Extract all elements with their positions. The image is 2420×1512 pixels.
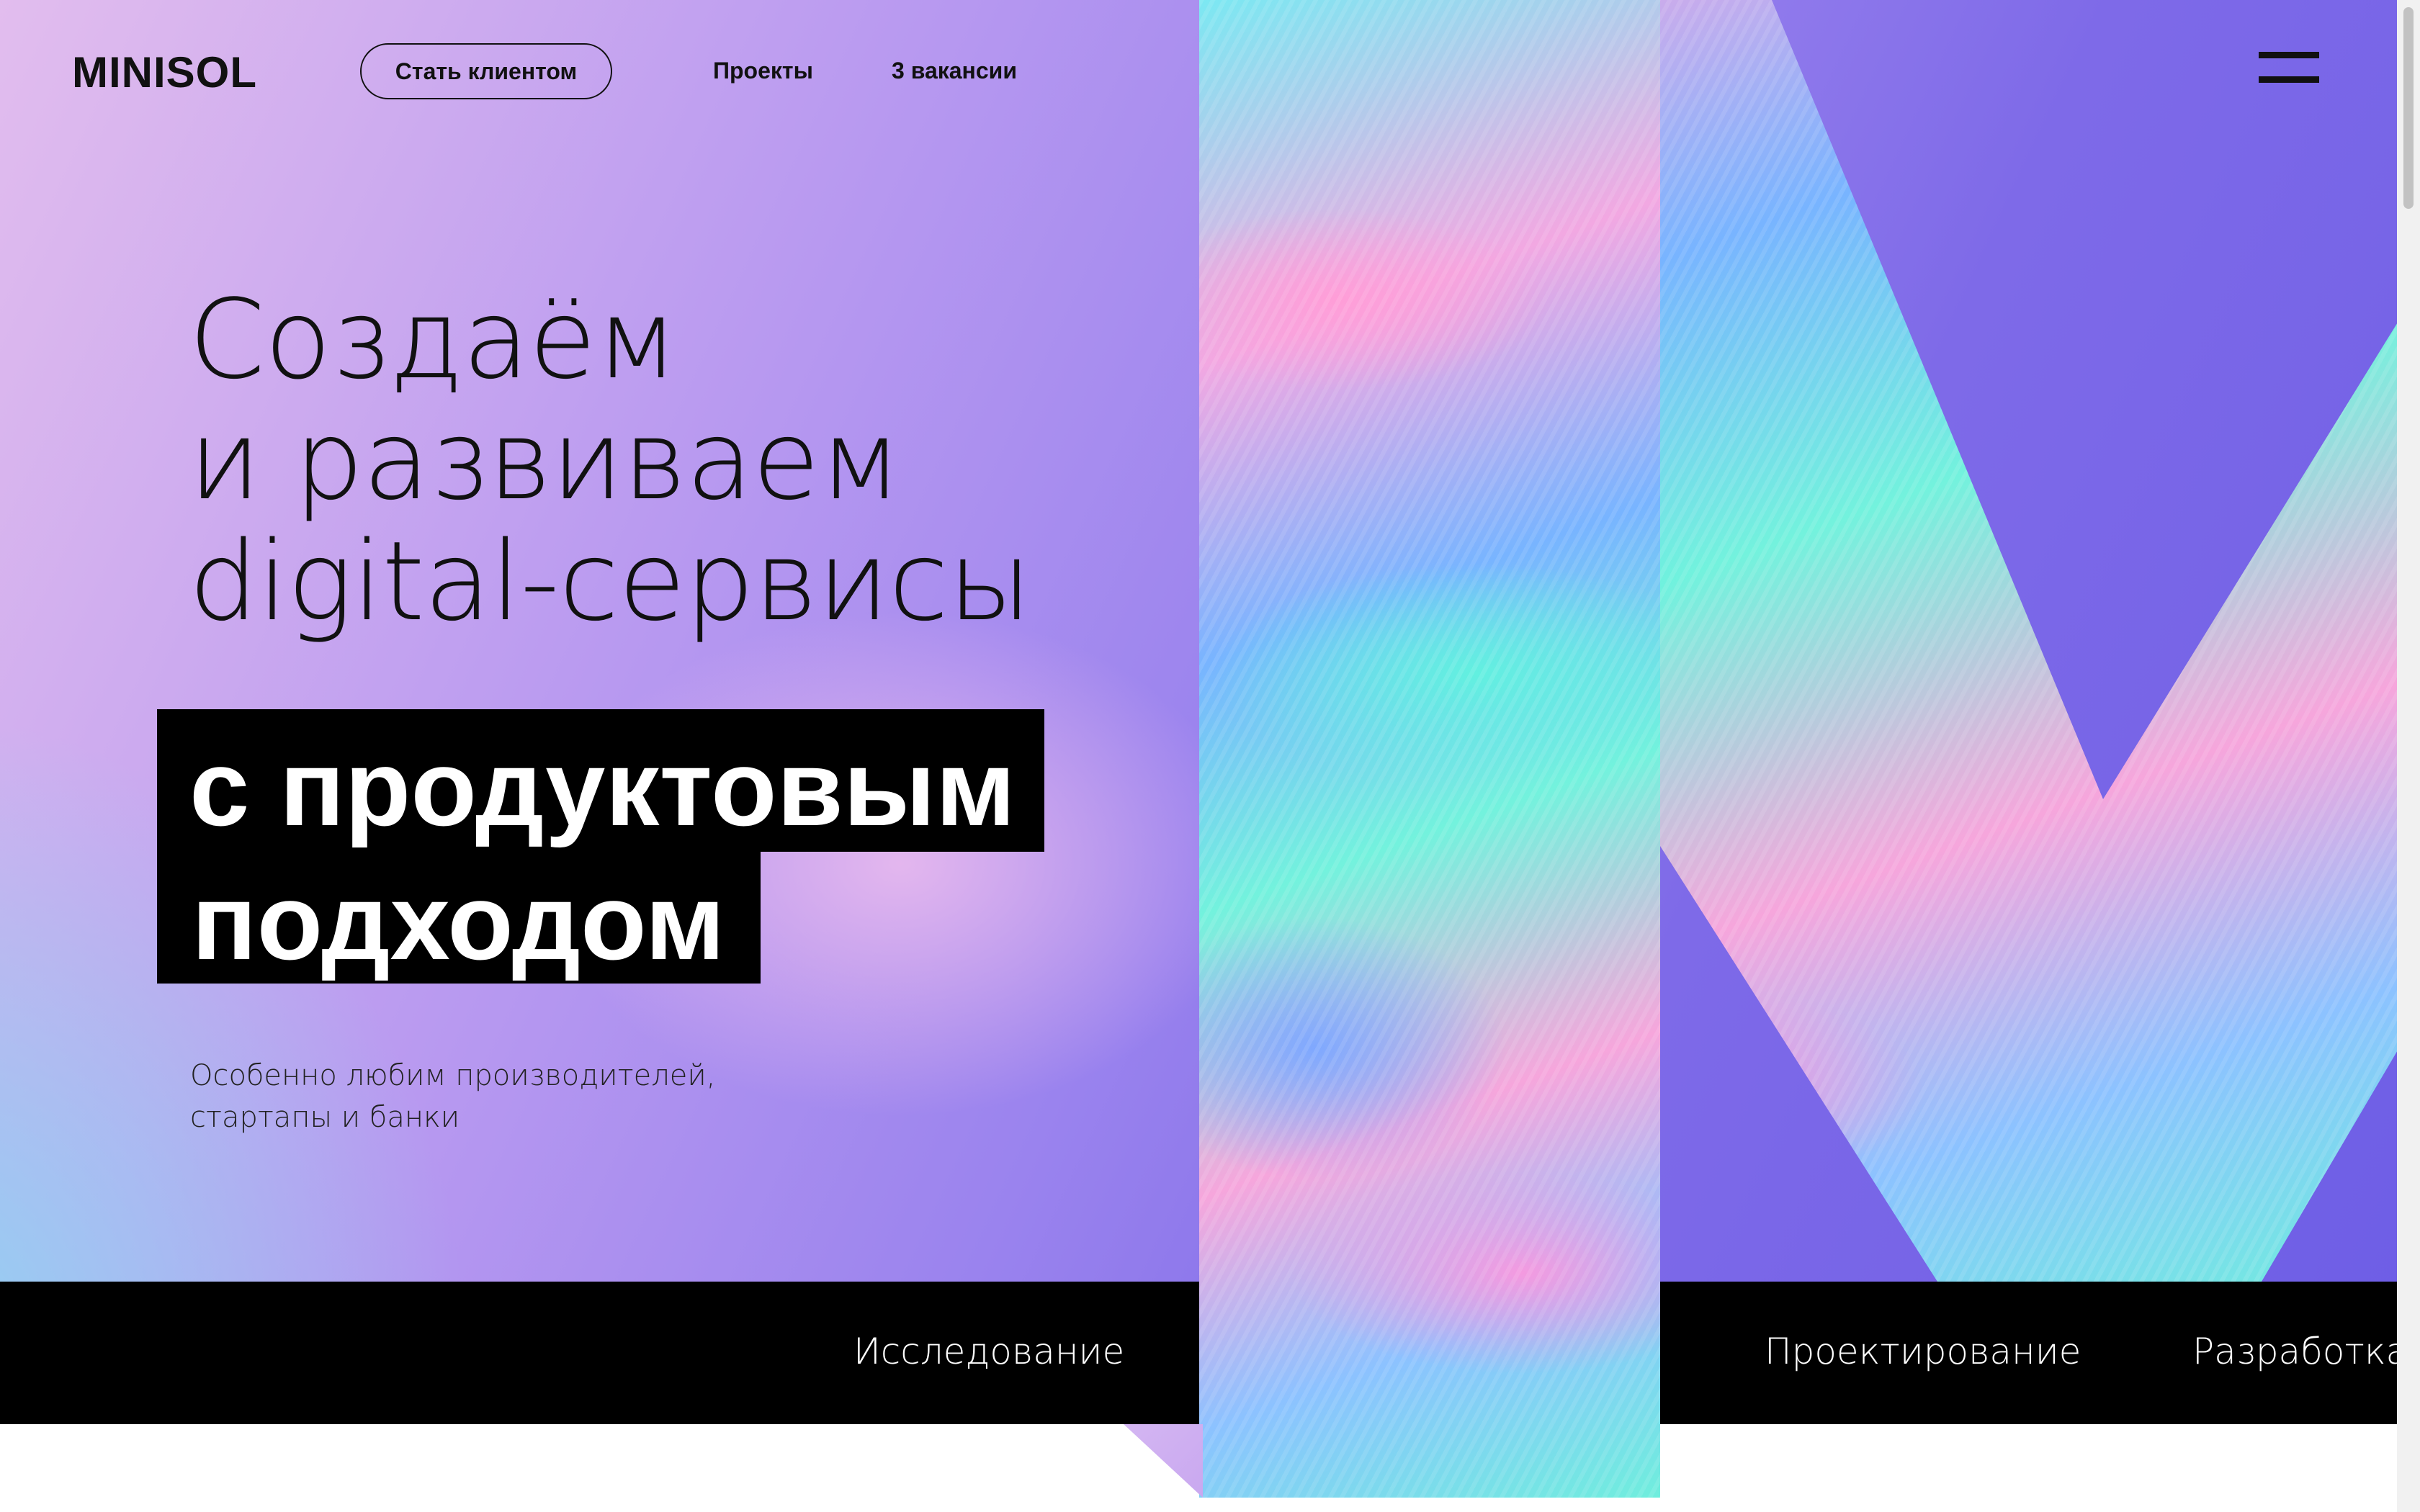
- hero-subtitle: Особенно любим производителей, стартапы …: [190, 1055, 715, 1138]
- hamburger-menu-icon[interactable]: [2259, 52, 2319, 85]
- iridescent-m-left-band: [1199, 0, 1660, 1498]
- hero-highlight-line: с продуктовым: [157, 709, 1044, 852]
- hero-subtitle-line: Особенно любим производителей,: [190, 1059, 716, 1092]
- service-research: Исследование: [853, 1331, 1125, 1372]
- logo[interactable]: MINISOL: [72, 48, 257, 97]
- scrollbar-thumb[interactable]: [2403, 7, 2414, 209]
- service-development: Разработка: [2192, 1331, 2408, 1372]
- nav-link-projects[interactable]: Проекты: [713, 58, 813, 84]
- hero-title-line: и развиваем: [189, 397, 902, 524]
- become-client-button[interactable]: Стать клиентом: [360, 43, 612, 99]
- page-scrollbar[interactable]: [2397, 0, 2420, 1512]
- nav-link-vacancies[interactable]: 3 вакансии: [892, 58, 1017, 84]
- hero-highlight-line: подходом: [157, 852, 761, 984]
- hero-title: Создаём и развиваем digital-сервисы: [189, 276, 1032, 645]
- service-design: Проектирование: [1765, 1331, 2081, 1372]
- hero-subtitle-line: стартапы и банки: [190, 1101, 460, 1134]
- hero-title-line: Создаём: [189, 276, 678, 403]
- hero-title-line: digital-сервисы: [189, 518, 1032, 645]
- decorative-triangle: [1124, 1424, 1203, 1498]
